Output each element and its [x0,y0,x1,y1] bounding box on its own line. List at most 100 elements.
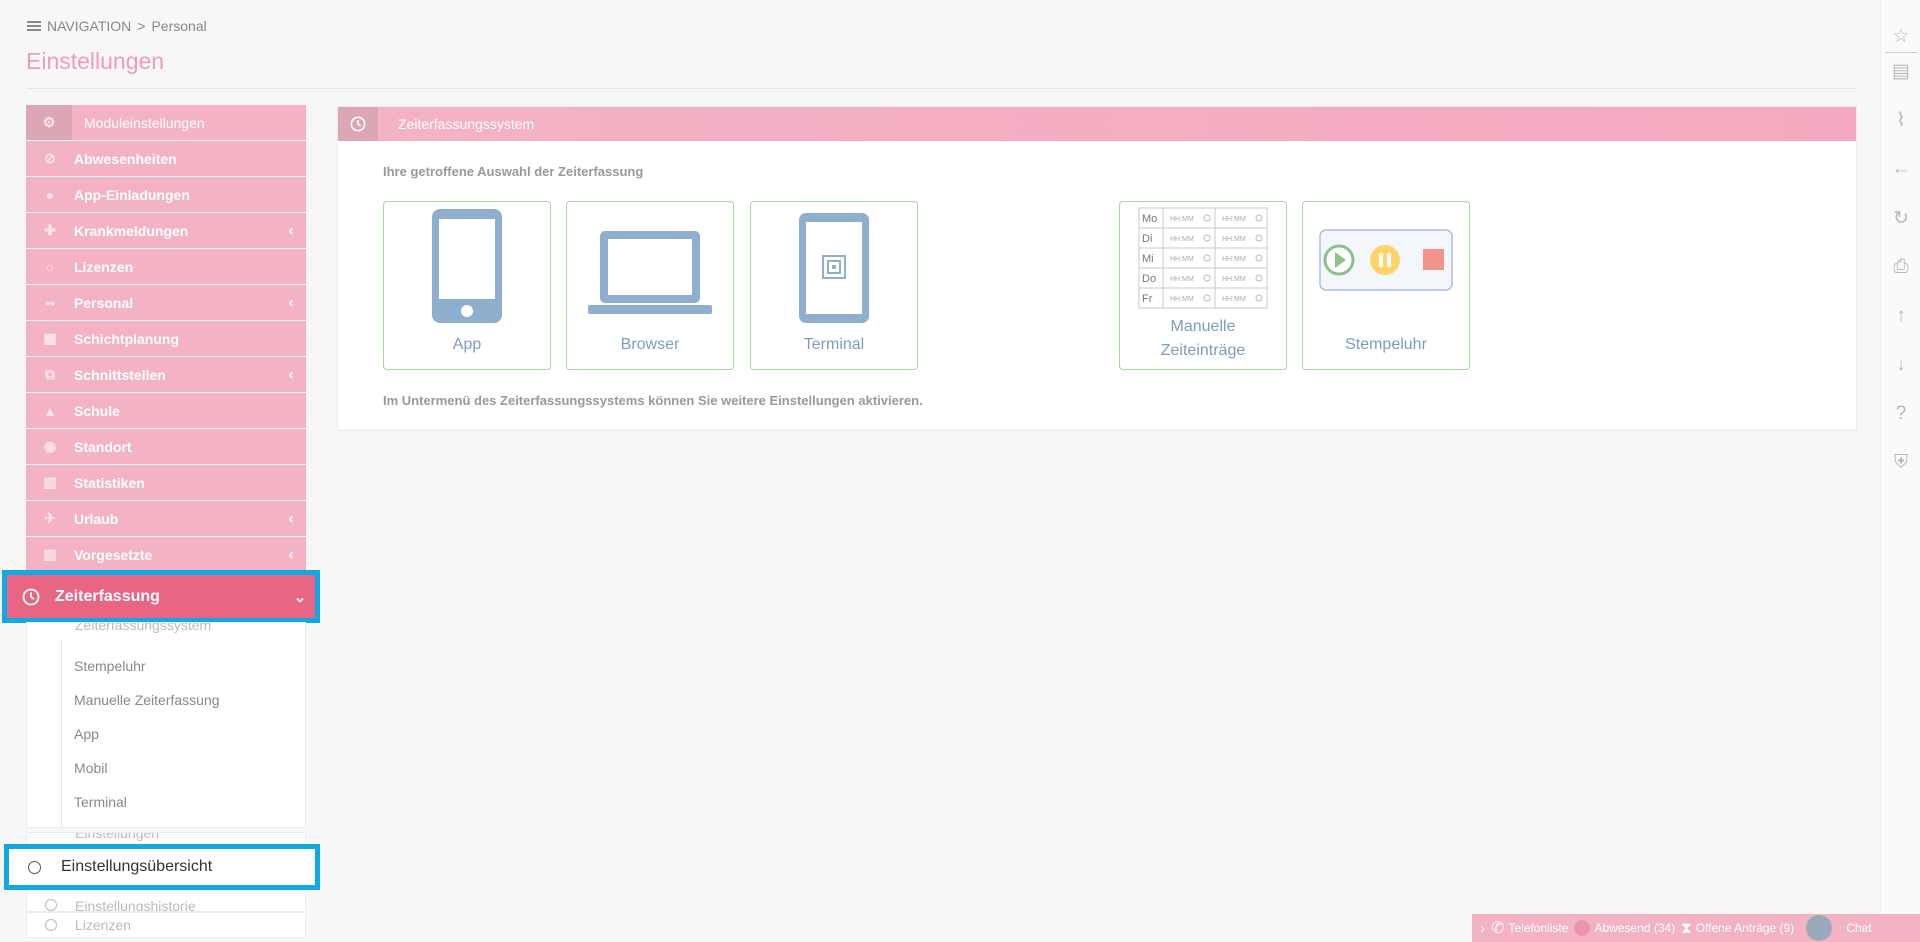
print-icon[interactable]: ⎙ [1890,256,1912,278]
avatar[interactable] [1806,915,1833,941]
sidebar-item-personal[interactable]: •• Personal ‹ [26,285,306,320]
submenu-item-terminal[interactable]: Terminal [74,785,305,819]
breadcrumb-current[interactable]: Personal [151,18,206,34]
submenu-partial-label[interactable]: Zeiterfassungssystem [75,623,211,633]
timesheet-day: Do [1142,273,1156,285]
sidebar-header-label: Moduleinstellungen [84,114,205,131]
absent-icon [1574,920,1591,936]
sidebar-item-zeiterfassung[interactable]: Zeiterfassung ⌄ [7,575,315,618]
plane-icon: ✈ [44,510,56,526]
timesheet-day: Fr [1142,293,1153,305]
card-terminal[interactable]: Terminal [750,201,918,370]
card-stempeluhr[interactable]: Stempeluhr [1302,201,1470,370]
sidebar-item-schnittstellen[interactable]: ⧉ Schnittstellen ‹ [26,357,306,392]
sidebar-item-label: Zeiterfassung [55,587,160,605]
breadcrumb-nav[interactable]: NAVIGATION [47,18,131,34]
timesheet-day: Mi [1142,253,1154,265]
submenu-item-label: Lizenzen [75,917,132,933]
timesheet-placeholder: HH:MM [1222,236,1246,243]
chevron-down-icon: ⌄ [293,588,307,606]
sidebar-item-label: Personal [74,294,134,311]
submenu-item-label: Einstellungsübersicht [61,858,213,875]
panel-intro: Ihre getroffene Auswahl der Zeiterfassun… [383,164,644,179]
sidebar-item-krankmeldungen[interactable]: ✚ Krankmeldungen ‹ [26,213,306,248]
sidebar-item-schule[interactable]: ▲ Schule [26,393,306,428]
zeiterfassungssystem-panel: Zeiterfassungssystem Ihre getroffene Aus… [337,106,1857,431]
submenu-item-app[interactable]: App [74,717,305,751]
smartphone-icon [432,209,502,323]
sidebar-item-schichtplanung[interactable]: ▦ Schichtplanung [26,321,306,356]
toolbar-divider [1885,52,1917,53]
abwesend-button[interactable]: Abwesend (34) [1574,920,1675,936]
submenu-item-lizenzen[interactable]: Lizenzen [26,912,306,938]
sidebar-item-urlaub[interactable]: ✈ Urlaub ‹ [26,501,306,536]
sidebar-item-standort[interactable]: ◉ Standort [26,429,306,464]
star-icon[interactable]: ☆ [1890,25,1912,47]
pin-icon: ◉ [43,438,57,454]
paperclip-icon[interactable]: ⌇ [1890,109,1912,131]
arrow-left-icon[interactable]: ← [1890,158,1912,180]
notes-icon[interactable]: ▤ [1890,60,1912,82]
card-label: Manuelle Zeiteinträge [1161,315,1246,363]
panel-header: Zeiterfassungssystem [338,107,1856,141]
timesheet-placeholder: HH:MM [1170,236,1194,243]
gear-icon: ⚙ [26,105,72,140]
menu-icon[interactable] [27,21,41,31]
sidebar-item-label: Lizenzen [74,258,134,275]
chevron-right-icon[interactable]: › [1480,920,1485,937]
card-app[interactable]: App [383,201,551,370]
sidebar-item-vorgesetzte[interactable]: ▥ Vorgesetzte ‹ [26,537,306,572]
chat-button[interactable]: Chat [1846,921,1871,935]
sidebar-item-label: App-Einladungen [74,186,190,203]
sidebar-item-label: Statistiken [74,474,145,491]
refresh-icon[interactable]: ↻ [1890,207,1912,229]
timesheet-placeholder: HH:MM [1222,256,1246,263]
bottom-status-bar: › ✆ Telefonliste Abwesend (34) ⧗ Offene An… [1472,914,1920,942]
sidebar-item-lizenzen[interactable]: ○ Lizenzen [26,249,306,284]
sidebar-item-statistiken[interactable]: ▥ Statistiken [26,465,306,500]
right-toolbar: ☆ ▤ ⌇ ← ↻ ⎙ ↑ ↓ ? ⛨ [1880,0,1920,942]
title-divider [26,88,1856,89]
submenu-item-einstellungsuebersicht[interactable]: Einstellungsübersicht [4,844,320,890]
sidebar-item-label: Vorgesetzte [74,546,153,563]
sidebar-item-app-einladungen[interactable]: ● App-Einladungen [26,177,306,212]
breadcrumb-separator: > [137,18,146,34]
stopwatch-controls-icon [1319,229,1453,291]
telefonliste-button[interactable]: ✆ Telefonliste [1491,918,1568,938]
breadcrumb: NAVIGATION > Personal [27,18,207,34]
network-icon: ⧉ [45,366,55,382]
shield-icon[interactable]: ⛨ [1890,452,1912,474]
offene-antraege-button[interactable]: ⧗ Offene Anträge (9) [1681,920,1794,937]
chevron-left-icon: ‹ [288,546,294,563]
submenu-item-einstellungshistorie[interactable]: Einstellungshistorie [26,890,306,912]
abwesend-label: Abwesend (34) [1594,921,1676,935]
card-label: Stempeluhr [1345,336,1427,353]
chevron-left-icon: ‹ [288,366,294,383]
chart-icon: ▥ [43,546,57,562]
sidebar-item-abwesenheiten[interactable]: ⊘ Abwesenheiten [26,141,306,176]
card-label: Browser [620,336,680,353]
sidebar: ⚙ Moduleinstellungen ⊘ Abwesenheiten ● App… [26,105,306,573]
sidebar-item-label: Schule [74,402,120,419]
card-label-line2: Zeiteinträge [1160,342,1246,359]
chart-icon: ▥ [43,474,57,490]
medical-icon: ✚ [44,222,56,238]
timesheet-placeholder: HH:MM [1170,256,1194,263]
panel-footer-text: Im Untermenü des Zeiterfassungssystems k… [383,393,923,408]
submenu-partial-item: Zeiterfassungssystem [27,623,305,639]
chevron-left-icon: ‹ [288,222,294,239]
card-manuelle-zeiteintraege[interactable]: Mo Di Mi Do Fr HH:MM HH:MM HH:MM HH:MM HH:… [1119,201,1287,370]
arrow-down-icon[interactable]: ↓ [1890,354,1912,376]
submenu-item-mobil[interactable]: Mobil [74,751,305,785]
help-icon[interactable]: ? [1890,403,1912,425]
sidebar-item-label: Standort [74,438,132,455]
radio-circle-icon [45,899,57,911]
timesheet-placeholder: HH:MM [1222,276,1246,283]
arrow-up-icon[interactable]: ↑ [1890,305,1912,327]
timesheet-placeholder: HH:MM [1170,296,1194,303]
card-browser[interactable]: Browser [566,201,734,370]
slash-circle-icon: ⊘ [44,150,56,166]
submenu: Zeiterfassungssystem Stempeluhr Manuelle… [26,622,306,828]
submenu-item-manuelle-zeiterfassung[interactable]: Manuelle Zeiterfassung [74,683,305,717]
submenu-item-stempeluhr[interactable]: Stempeluhr [74,649,305,683]
